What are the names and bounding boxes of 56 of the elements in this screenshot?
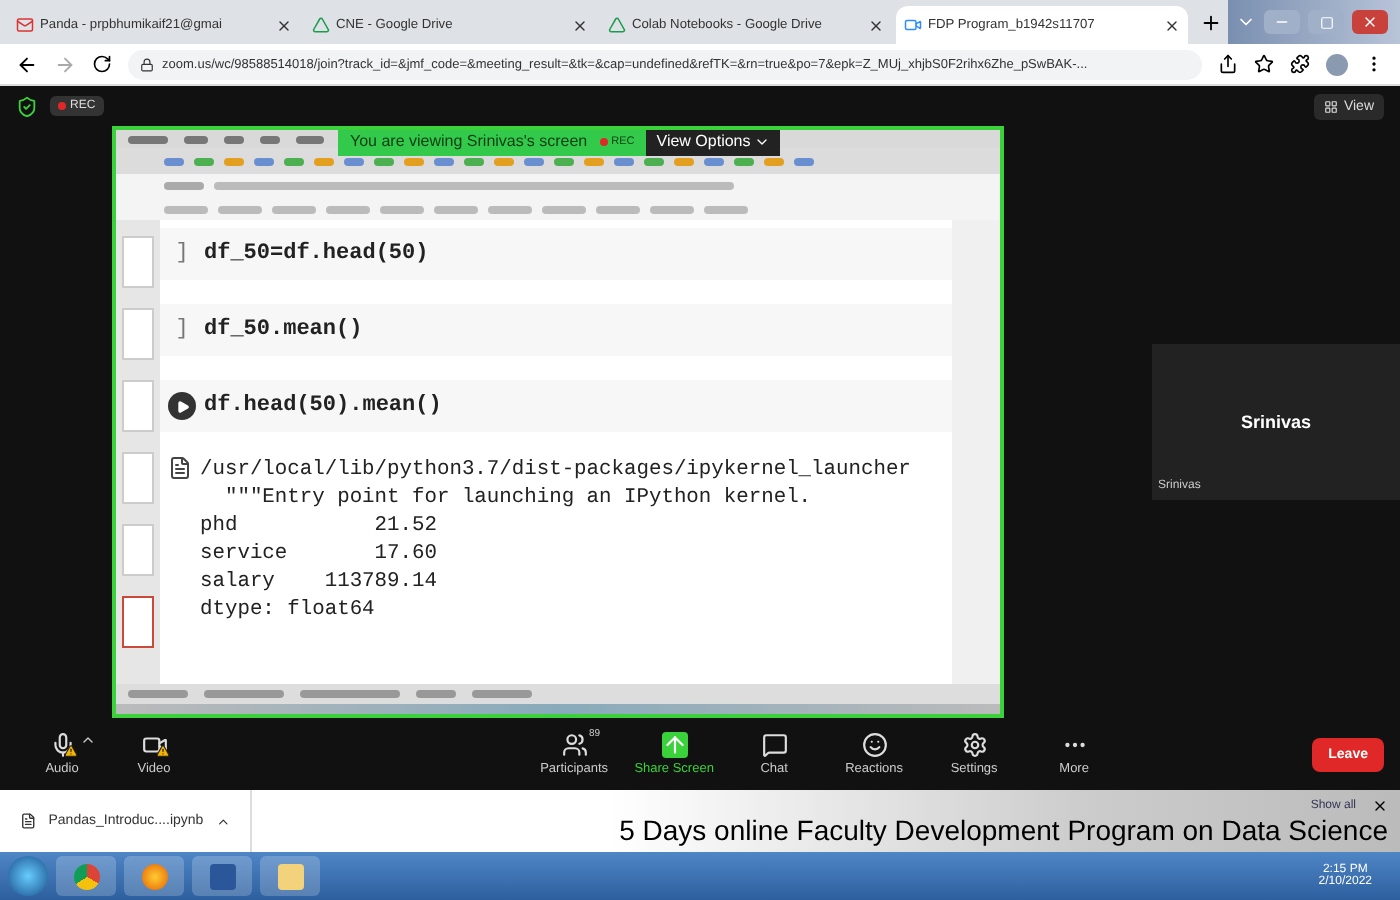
- settings-icon: [961, 732, 988, 758]
- triangle-icon: [608, 16, 626, 34]
- output-icon: [168, 456, 192, 480]
- start-button[interactable]: [8, 856, 48, 896]
- close-icon[interactable]: [276, 17, 292, 33]
- slide-thumbnail[interactable]: [122, 452, 154, 504]
- slide-thumbnail[interactable]: [122, 308, 154, 360]
- code-cell[interactable]: ] df_50.mean(): [160, 304, 952, 356]
- slide-thumbnail[interactable]: [122, 596, 154, 648]
- warning-icon: [156, 744, 170, 758]
- grid-icon: [1323, 99, 1338, 113]
- shield-icon: [16, 95, 38, 117]
- taskbar-app[interactable]: [192, 856, 252, 896]
- share-icon[interactable]: [1218, 54, 1238, 74]
- slide-thumbnail[interactable]: [122, 236, 154, 288]
- share-screen-icon: [661, 732, 688, 758]
- close-icon[interactable]: [1164, 17, 1180, 33]
- caret-icon[interactable]: [80, 732, 96, 748]
- new-tab-icon[interactable]: [1200, 11, 1222, 33]
- code-cell[interactable]: df.head(50).mean(): [160, 380, 952, 432]
- file-icon: [20, 812, 37, 830]
- caption-text: 5 Days online Faculty Development Program on Data Science: [619, 814, 1388, 846]
- back-icon[interactable]: [16, 53, 38, 75]
- taskbar-app[interactable]: [260, 856, 320, 896]
- view-options-button[interactable]: View Options: [646, 130, 781, 156]
- close-icon[interactable]: [1372, 798, 1388, 814]
- square-icon: [1319, 15, 1333, 29]
- mail-icon: [16, 16, 34, 34]
- profile-avatar[interactable]: [1326, 53, 1348, 75]
- slide-thumbnail[interactable]: [122, 524, 154, 576]
- camera-icon: [141, 732, 167, 758]
- taskbar-app[interactable]: [56, 856, 116, 896]
- play-icon: [175, 399, 189, 413]
- close-button[interactable]: [1352, 10, 1388, 34]
- close-icon: [1362, 14, 1378, 30]
- cell-output: /usr/local/lib/python3.7/dist-packages/ipykernel_launcher """Entry point for launching an IPython kernel. phd 21.52 service 17.60 salary 113789.14 dtype: float64: [200, 456, 911, 624]
- smiley-icon: [861, 732, 888, 758]
- lock-icon: [140, 57, 154, 71]
- camera-icon: [904, 16, 922, 34]
- people-icon: [561, 732, 588, 758]
- minimize-button[interactable]: [1264, 10, 1300, 34]
- chat-icon: [761, 732, 788, 758]
- taskbar-app[interactable]: [124, 856, 184, 896]
- reload-icon[interactable]: [92, 54, 112, 74]
- triangle-icon: [312, 16, 330, 34]
- run-button[interactable]: [168, 392, 196, 420]
- forward-icon[interactable]: [54, 53, 76, 75]
- maximize-button[interactable]: [1308, 10, 1344, 34]
- star-icon[interactable]: [1254, 54, 1274, 74]
- puzzle-icon[interactable]: [1290, 54, 1310, 74]
- close-icon[interactable]: [572, 17, 588, 33]
- code-cell[interactable]: ] df_50=df.head(50): [160, 228, 952, 280]
- close-icon[interactable]: [868, 17, 884, 33]
- slide-thumbnail[interactable]: [122, 380, 154, 432]
- microphone-icon: [49, 732, 75, 758]
- warning-icon: [64, 744, 78, 758]
